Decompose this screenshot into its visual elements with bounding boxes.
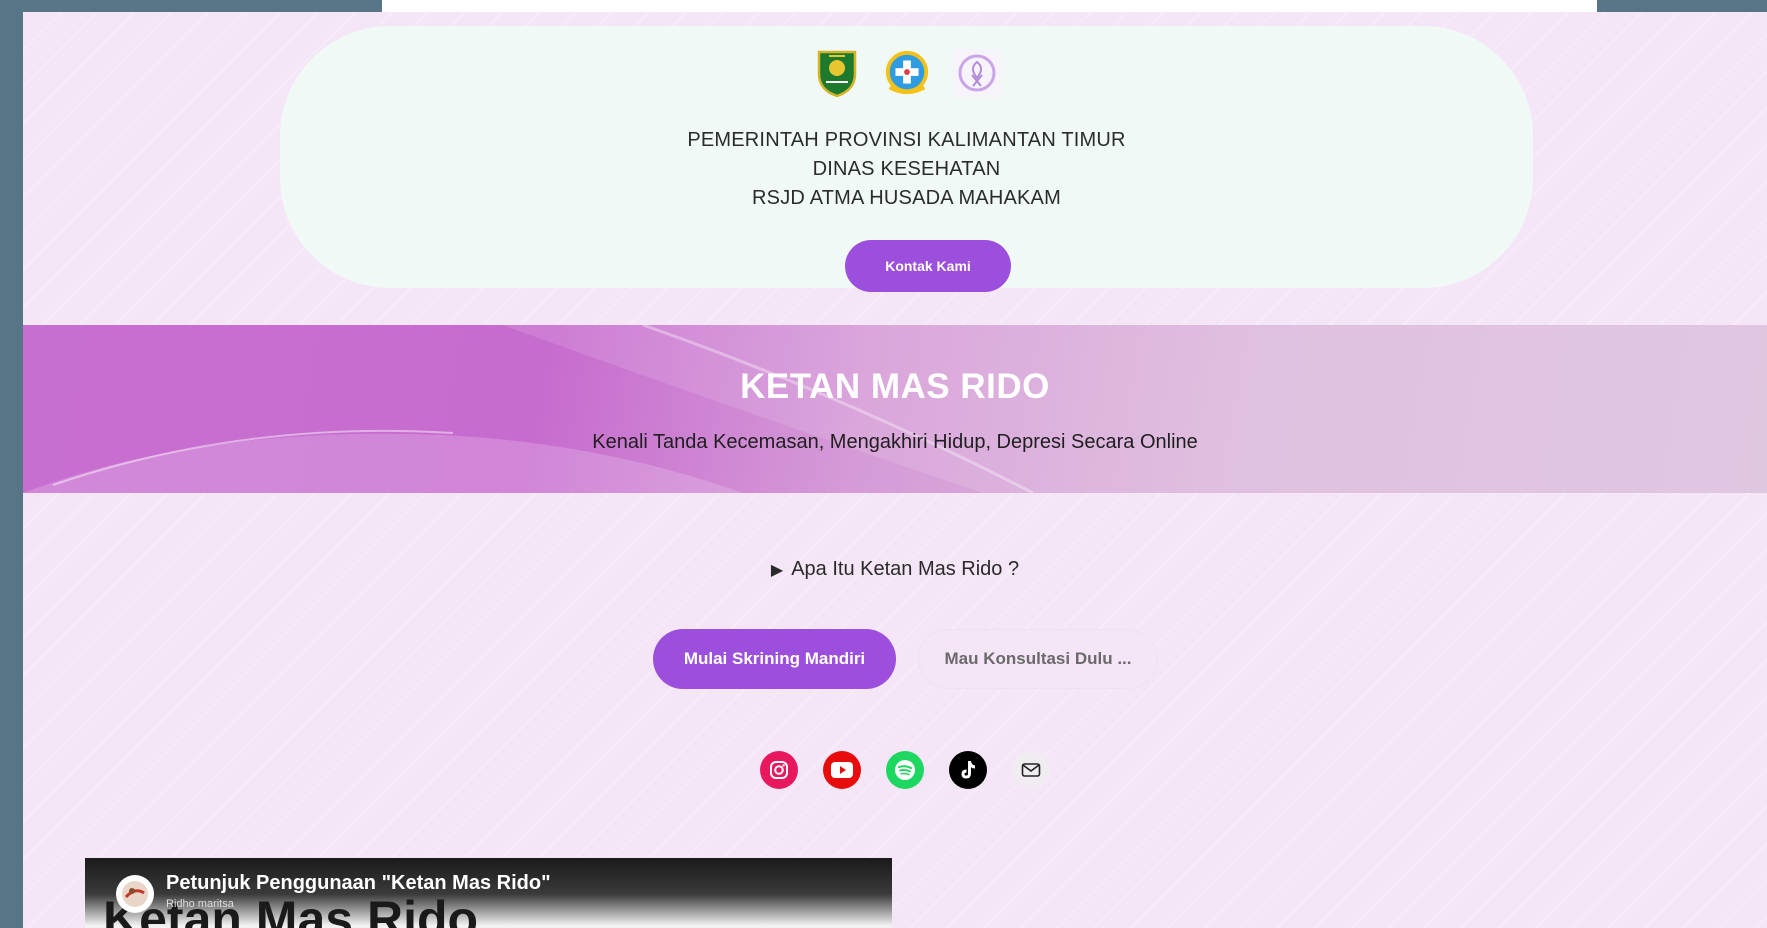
- mail-icon[interactable]: [1012, 751, 1050, 789]
- instagram-icon[interactable]: [760, 751, 798, 789]
- video-channel-name: Ridho maritsa: [166, 898, 234, 910]
- provincial-shield-logo: [812, 48, 862, 98]
- hero-wave-decoration: [23, 325, 1767, 493]
- org-line-department: DINAS KESEHATAN: [812, 158, 1001, 180]
- tiktok-icon[interactable]: [949, 751, 987, 789]
- details-label: Apa Itu Ketan Mas Rido ?: [791, 558, 1020, 580]
- details-toggle[interactable]: ▶ Apa Itu Ketan Mas Rido ?: [23, 558, 1767, 581]
- spotify-icon[interactable]: [886, 751, 924, 789]
- youtube-icon[interactable]: [823, 751, 861, 789]
- org-line-province: PEMERINTAH PROVINSI KALIMANTAN TIMUR: [687, 129, 1126, 151]
- video-thumbnail-text: Ketan Mas Rido: [103, 891, 479, 928]
- page: PEMERINTAH PROVINSI KALIMANTAN TIMUR DIN…: [23, 12, 1767, 928]
- disclosure-triangle-icon: ▶: [770, 562, 784, 579]
- contact-button[interactable]: Kontak Kami: [845, 240, 1011, 292]
- social-links: [760, 751, 1050, 789]
- hero-title: KETAN MAS RIDO: [740, 367, 1050, 406]
- hero-subtitle: Kenali Tanda Kecemasan, Mengakhiri Hidup…: [592, 431, 1198, 453]
- organization-lines: PEMERINTAH PROVINSI KALIMANTAN TIMUR DIN…: [280, 126, 1533, 213]
- health-department-logo: [882, 48, 932, 98]
- channel-avatar: [116, 875, 154, 913]
- org-line-hospital: RSJD ATMA HUSADA MAHAKAM: [752, 187, 1061, 209]
- hero-banner: KETAN MAS RIDO Kenali Tanda Kecemasan, M…: [23, 325, 1767, 493]
- header-card: PEMERINTAH PROVINSI KALIMANTAN TIMUR DIN…: [280, 26, 1533, 292]
- video-title: Petunjuk Penggunaan "Ketan Mas Rido": [166, 872, 551, 894]
- logo-row: [280, 48, 1533, 98]
- start-screening-button[interactable]: Mulai Skrining Mandiri: [653, 629, 896, 689]
- ribbon-logo: [952, 48, 1002, 98]
- video-embed[interactable]: Ketan Mas Rido Petunjuk Penggunaan "Keta…: [85, 858, 892, 928]
- consultation-button[interactable]: Mau Konsultasi Dulu ...: [918, 629, 1158, 689]
- top-strip: [382, 0, 1597, 12]
